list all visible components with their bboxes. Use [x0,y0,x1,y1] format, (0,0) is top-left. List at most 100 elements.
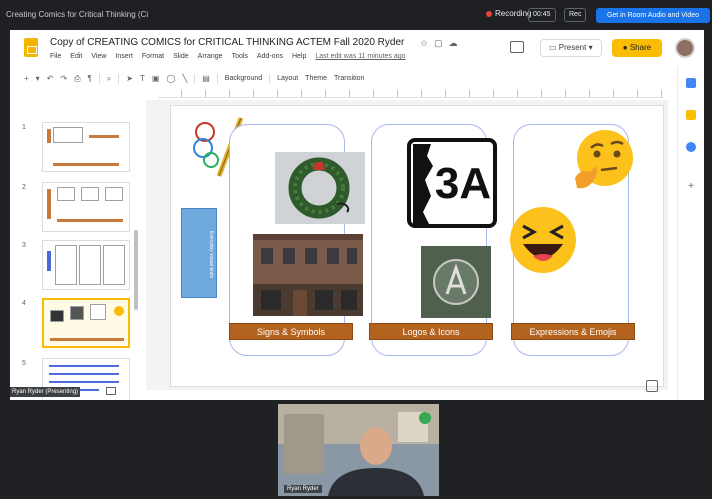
thumb-shape [49,373,119,375]
shape-icon[interactable]: ◯ [166,74,175,83]
thumb-shape [57,187,75,201]
theme-button[interactable]: Theme [305,75,327,82]
menu-arrange[interactable]: Arrange [198,53,223,60]
laughing-emoji-icon [510,207,576,273]
record-dot-icon [486,10,492,17]
image-icon[interactable]: ▣ [152,74,160,83]
thumb-shape [53,127,83,143]
thumb-shape [55,245,77,285]
toolbar: + ▾ ↶ ↷ ⎙ ¶ ⌕ ➤ T ▣ ◯ ╲ ▤ Background Lay… [24,70,684,87]
textbox-icon[interactable]: T [140,74,145,83]
chevron-down-icon[interactable]: ▾ [589,43,593,52]
participant-video [278,404,439,496]
slides-logo-icon[interactable] [24,38,38,57]
cloud-status-icon[interactable]: ☁ [449,38,464,48]
slide-number: 1 [22,124,26,131]
undo-icon[interactable]: ↶ [47,74,54,83]
filmstrip-scrollbar[interactable] [134,230,138,310]
line-icon[interactable]: ╲ [182,74,187,83]
menu-tools[interactable]: Tools [232,53,248,60]
menu-help[interactable]: Help [292,53,306,60]
slide-filmstrip: 1 2 3 4 5 [10,90,140,400]
shared-screen: Copy of CREATING COMICS for CRITICAL THI… [10,30,704,400]
slide-thumbnail[interactable] [42,240,130,290]
toolbar-divider [269,73,271,84]
thumb-shape [50,310,64,322]
menu-addons[interactable]: Add-ons [257,53,283,60]
background-button[interactable]: Background [225,75,262,82]
slide-thumbnail[interactable] [42,182,130,232]
star-icon[interactable]: ☆ [420,38,434,48]
timer-button[interactable]: 00:45 [528,8,556,22]
horizontal-ruler [158,90,663,98]
thumb-shape [103,245,125,285]
comment-icon[interactable]: ▤ [202,74,210,83]
thumb-shape [47,189,51,219]
label-logos: Logos & Icons [369,323,493,340]
menu-view[interactable]: View [91,53,106,60]
expand-panel-icon[interactable] [646,380,658,392]
add-icon[interactable]: + [686,182,696,192]
present-icon: ▭ [549,43,559,52]
meeting-title: Creating Comics for Critical Thinking (C… [6,10,149,19]
menu-file[interactable]: File [50,53,61,60]
slide-number: 4 [22,300,26,307]
menu-slide[interactable]: Slide [173,53,189,60]
thumb-shape [49,381,119,383]
thumb-shape [49,365,119,367]
building-image [253,234,363,316]
chevron-down-icon[interactable]: ▾ [36,74,40,83]
new-slide-icon[interactable]: + [24,74,29,83]
record-button[interactable]: Rec [564,8,587,22]
share-button[interactable]: ● Share [612,39,662,57]
slide-number: 3 [22,242,26,249]
document-title[interactable]: Copy of CREATING COMICS for CRITICAL THI… [50,37,404,48]
title-icons: ☆▢☁ [420,38,464,49]
menu-insert[interactable]: Insert [115,53,133,60]
current-slide[interactable]: Everyday visual texts 3A Signs & Symbols… [170,105,664,387]
comment-history-icon[interactable] [510,41,524,53]
sign-text: 3A [435,159,491,208]
thumb-shape [57,219,123,222]
layout-button[interactable]: Layout [277,75,298,82]
toolbar-divider [194,73,196,84]
grid-view-icon[interactable] [106,387,116,395]
thumb-shape [53,163,119,166]
slide-number: 5 [22,360,26,367]
slide-thumbnail[interactable] [42,122,130,172]
join-room-button[interactable]: Get in Room Audio and Video [596,8,710,23]
slide-thumbnail-current[interactable] [42,298,130,348]
paint-format-icon[interactable]: ¶ [88,74,92,83]
thumb-shape [50,338,124,341]
last-edit-link[interactable]: Last edit was 11 minutes ago [315,53,405,60]
meeting-window: Creating Comics for Critical Thinking (C… [0,0,712,499]
thinking-emoji-icon [575,130,633,189]
move-folder-icon[interactable]: ▢ [434,38,449,48]
tasks-icon[interactable] [686,142,696,152]
thumb-shape [81,187,99,201]
toolbar-divider [216,73,218,84]
label-signs: Signs & Symbols [229,323,353,340]
menu-edit[interactable]: Edit [70,53,82,60]
keep-icon[interactable] [686,110,696,120]
pin-icon[interactable] [419,412,431,424]
calendar-icon[interactable] [686,78,696,88]
participant-video-tile[interactable]: Ryan Ryder [278,404,439,496]
redo-icon[interactable]: ↷ [60,74,67,83]
thumb-shape [47,251,51,271]
avatar[interactable] [675,38,695,58]
route-3a-sign-image: 3A [407,138,497,228]
slide-number: 2 [22,184,26,191]
present-button[interactable]: ▭ Present ▾ [540,39,602,57]
recording-label: Recording [495,9,532,18]
wreath-image [275,152,365,224]
present-label: Present [558,43,587,52]
select-icon[interactable]: ➤ [126,74,133,83]
recording-indicator: Recording [486,9,531,18]
share-label: Share [629,43,652,52]
zoom-icon[interactable]: ⌕ [107,74,111,84]
print-icon[interactable]: ⎙ [74,74,80,84]
menu-format[interactable]: Format [142,53,164,60]
transition-button[interactable]: Transition [334,75,364,82]
thumb-shape [70,306,84,320]
